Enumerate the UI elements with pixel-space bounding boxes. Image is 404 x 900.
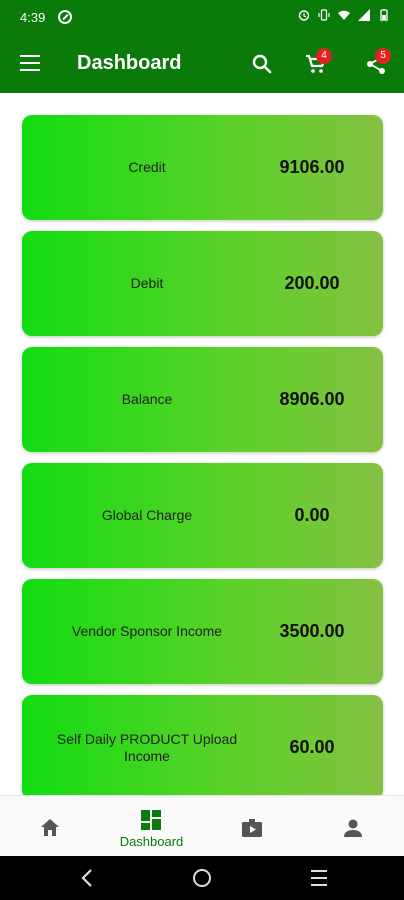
balance-card[interactable]: Balance 8906.00 xyxy=(22,347,383,452)
cart-badge: 4 xyxy=(316,48,332,64)
share-badge: 5 xyxy=(375,48,391,64)
nav-dashboard-label: Dashboard xyxy=(119,834,184,849)
card-label: Vendor Sponsor Income xyxy=(71,623,223,639)
system-nav-bar xyxy=(0,856,404,900)
dashboard-icon xyxy=(141,810,161,830)
nav-dashboard[interactable]: Dashboard xyxy=(101,796,202,857)
card-label: Self Daily PRODUCT Upload Income xyxy=(56,730,238,764)
signal-icon xyxy=(358,9,370,21)
dashboard-cards: Credit 9106.00 Debit 200.00 Balance 8906… xyxy=(0,93,404,795)
bottom-nav: Dashboard xyxy=(0,795,404,856)
card-value: 8906.00 xyxy=(279,389,345,409)
recents-icon[interactable] xyxy=(311,870,327,891)
card-value: 200.00 xyxy=(284,273,340,293)
back-icon[interactable] xyxy=(80,868,94,888)
credit-card[interactable]: Credit 9106.00 xyxy=(22,115,383,220)
home-icon xyxy=(41,819,59,836)
alarm-icon xyxy=(298,10,310,21)
nav-video[interactable] xyxy=(202,796,303,857)
card-label: Debit xyxy=(130,275,164,291)
menu-icon[interactable] xyxy=(20,55,40,71)
card-value: 3500.00 xyxy=(279,621,345,641)
status-bar: 4:39 xyxy=(0,0,404,36)
page-title: Dashboard xyxy=(77,52,182,74)
status-time: 4:39 xyxy=(20,10,46,25)
person-icon xyxy=(344,819,362,837)
debit-card[interactable]: Debit 200.00 xyxy=(22,231,383,336)
status-icons xyxy=(298,9,390,21)
card-value: 0.00 xyxy=(294,505,330,525)
nav-home[interactable] xyxy=(0,796,101,857)
dnd-icon xyxy=(58,10,72,24)
video-icon xyxy=(242,819,262,837)
battery-icon xyxy=(380,9,388,21)
card-value: 60.00 xyxy=(289,737,335,757)
home-button-icon[interactable] xyxy=(193,869,211,887)
card-label: Credit xyxy=(128,159,166,175)
card-value: 9106.00 xyxy=(279,157,345,177)
vibrate-icon xyxy=(318,9,330,21)
vendor-sponsor-income-card[interactable]: Vendor Sponsor Income 3500.00 xyxy=(22,579,383,684)
wifi-icon xyxy=(338,10,350,20)
global-charge-card[interactable]: Global Charge 0.00 xyxy=(22,463,383,568)
card-label: Balance xyxy=(121,391,173,407)
app-bar: Dashboard 4 5 xyxy=(0,36,404,93)
card-label: Global Charge xyxy=(101,507,193,523)
product-upload-income-card[interactable]: Self Daily PRODUCT Upload Income 60.00 xyxy=(22,695,383,795)
search-icon[interactable] xyxy=(250,52,274,76)
nav-profile[interactable] xyxy=(303,796,404,857)
